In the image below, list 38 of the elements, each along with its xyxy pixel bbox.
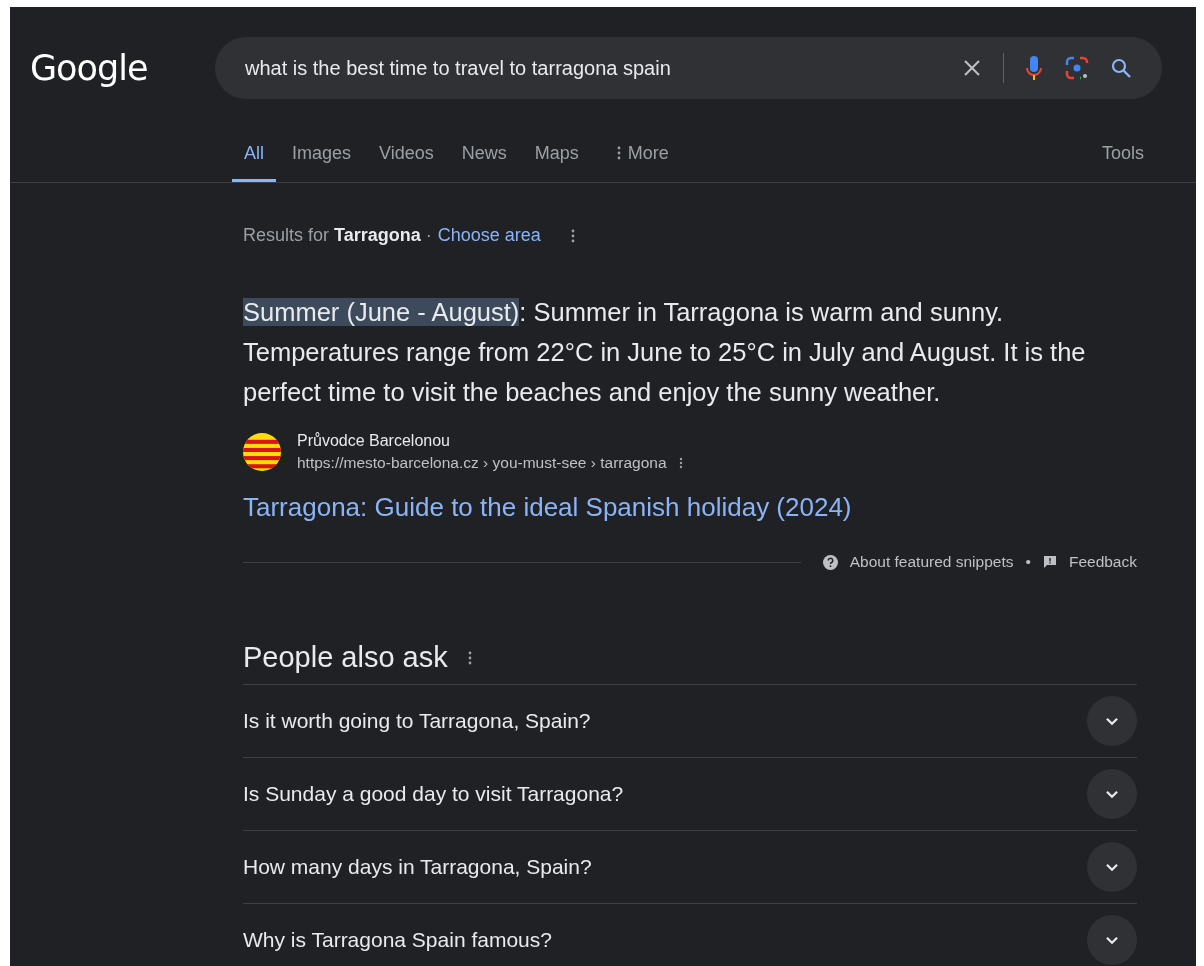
separator-dot: • — [1025, 553, 1031, 571]
more-icon — [616, 146, 621, 160]
results-location-text: Results for Tarragona · — [243, 225, 432, 246]
help-icon — [822, 554, 838, 570]
question-text[interactable]: Is it worth going to Tarragona, Spain? — [243, 709, 591, 733]
site-url: https://mesto-barcelona.cz › you-must-see › tarragona — [297, 454, 667, 472]
tools-button[interactable]: Tools — [1089, 99, 1156, 182]
choose-area-link[interactable]: Choose area — [437, 225, 541, 246]
tab[interactable]: Videos — [367, 99, 446, 182]
chevron-down-icon — [1105, 862, 1119, 872]
camera-icon[interactable] — [1064, 55, 1090, 81]
site-name: Průvodce Barcelonou — [297, 432, 451, 450]
tab[interactable]: Images — [280, 99, 364, 182]
microphone-icon[interactable] — [1024, 54, 1044, 82]
logo[interactable]: Google — [30, 48, 215, 88]
about-snippets-link[interactable]: About featured snippets — [849, 553, 1014, 571]
more-button[interactable]: More — [602, 99, 683, 182]
featured-snippet-text: Summer (June - August): Summer in Tarragona is warm and sunny. Temperatures range from 22°C in June to 25°C in July and August. It is the perfect time to visit the beaches and enjoy the sunny weather. — [243, 297, 1087, 408]
question-text[interactable]: Why is Tarragona Spain famous? — [243, 928, 552, 952]
search-field[interactable]: what is the best time to travel to tarragona spain — [243, 55, 941, 81]
tab[interactable]: Maps — [522, 99, 591, 182]
section-heading: People also ask — [243, 641, 448, 674]
flag-icon — [243, 433, 281, 471]
question-text[interactable]: Is Sunday a good day to visit Tarragona? — [243, 782, 624, 806]
feedback-icon — [1042, 555, 1057, 569]
chevron-down-icon — [1105, 789, 1119, 799]
chevron-down-icon — [1105, 935, 1119, 945]
question-text[interactable]: How many days in Tarragona, Spain? — [243, 855, 592, 879]
chevron-down-icon — [1105, 716, 1119, 726]
result-title-link[interactable]: Tarragona: Guide to the ideal Spanish holiday (2024) — [243, 492, 852, 523]
tab[interactable]: News — [449, 99, 519, 182]
search-icon[interactable] — [1110, 57, 1132, 79]
more-icon[interactable] — [570, 228, 575, 243]
more-icon[interactable] — [467, 650, 472, 665]
search-bar[interactable]: what is the best time to travel to tarragona spain — [215, 37, 1162, 99]
feedback-link[interactable]: Feedback — [1068, 553, 1137, 571]
more-icon[interactable] — [678, 457, 683, 469]
tab[interactable]: All — [232, 99, 276, 182]
